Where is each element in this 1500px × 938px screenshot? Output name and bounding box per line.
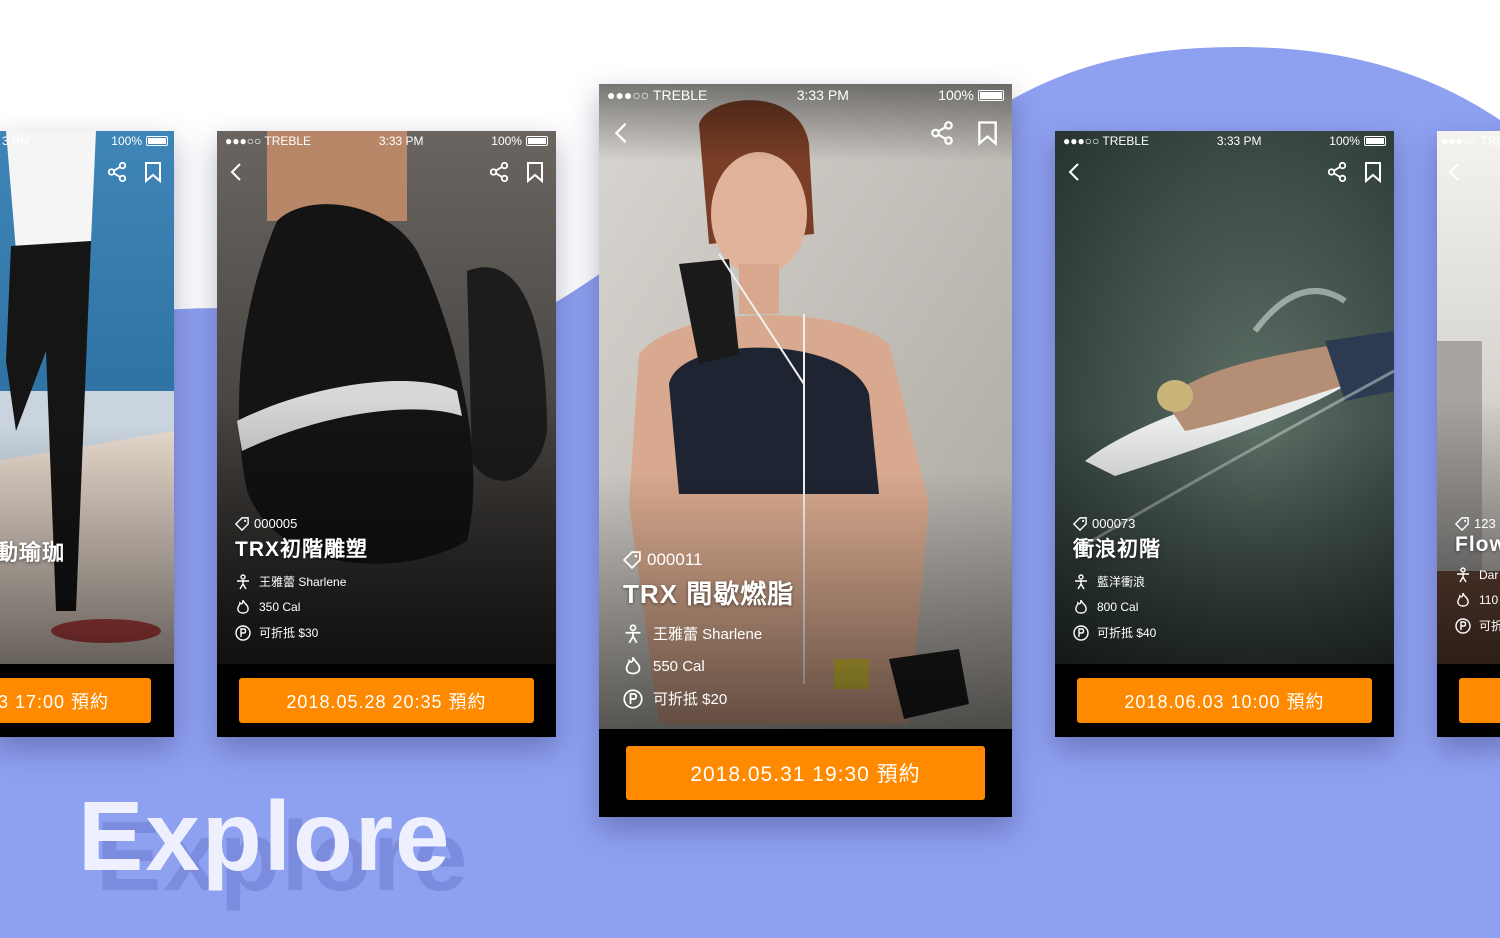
book-button[interactable]: 2018.06.03 10:00 預約 <box>1077 678 1372 723</box>
battery-icon <box>978 89 1004 101</box>
class-code: 000011 <box>647 550 703 569</box>
card-nav <box>1437 161 1500 183</box>
class-title: 衝浪初階 <box>1073 538 1161 561</box>
book-button[interactable]: 2018.05.28 20:35 預約 <box>239 678 534 723</box>
points-icon <box>623 688 643 709</box>
back-chevron-left-icon[interactable] <box>1447 161 1461 183</box>
flame-icon <box>1457 592 1469 607</box>
battery-icon <box>146 136 168 146</box>
person-icon <box>1457 567 1469 583</box>
card-info: 動瑜珈 <box>0 535 65 567</box>
card-nav <box>599 120 1012 146</box>
class-card-trx-beginner[interactable]: ●●●○○ TREBLE 3:33 PM 100% 000005 TRX初階雕塑… <box>217 131 556 737</box>
status-time: 3:33 PM <box>378 134 424 148</box>
card-nav <box>0 161 174 183</box>
status-bar: ●●●○○ TREBLE 3:33 PM 100% <box>217 131 556 151</box>
points-icon <box>1455 617 1471 634</box>
status-battery-text: 100% <box>938 87 974 103</box>
flame-icon <box>1075 599 1087 614</box>
card-info: 000005 TRX初階雕塑 王雅蕾 Sharlene 350 Cal 可折抵 … <box>235 516 368 641</box>
points-icon <box>235 624 251 641</box>
trainer-name: 王雅蕾 Sharlene <box>259 575 347 589</box>
status-carrier: ●●●○○ TREBLE <box>225 134 312 148</box>
status-time: 3 PM <box>2 134 31 148</box>
card-info: 000011 TRX 間歇燃脂 王雅蕾 Sharlene 550 Cal 可折抵… <box>623 550 794 709</box>
trainer-name: 王雅蕾 Sharlene <box>653 626 763 643</box>
bookmark-icon[interactable] <box>526 161 544 183</box>
discount: 可折 <box>1479 619 1500 633</box>
class-title: TRX初階雕塑 <box>235 538 368 561</box>
status-carrier: ●●●○○ TREBLE <box>1063 134 1150 148</box>
explore-headline: Explore <box>78 781 452 891</box>
class-card-yoga[interactable]: 3 PM 100% 動瑜珈 3 17:00 預約 <box>0 131 174 737</box>
discount: 可折抵 $30 <box>259 626 319 640</box>
discount: 可折抵 $40 <box>1097 626 1157 640</box>
class-card-surf-beginner[interactable]: ●●●○○ TREBLE 3:33 PM 100% 000073 衝浪初階 藍洋… <box>1055 131 1394 737</box>
calories: 350 Cal <box>259 600 301 614</box>
bookmark-icon[interactable] <box>1364 161 1382 183</box>
tag-icon <box>235 516 249 531</box>
back-chevron-left-icon[interactable] <box>613 120 629 146</box>
book-button[interactable] <box>1459 678 1500 723</box>
calories: 110 <box>1479 593 1499 607</box>
card-photo <box>0 131 174 664</box>
card-info: 000073 衝浪初階 藍洋衝浪 800 Cal 可折抵 $40 <box>1073 516 1161 641</box>
status-carrier: ●●●○○ TRE <box>1441 134 1500 148</box>
class-code: 000073 <box>1092 516 1136 531</box>
bookmark-icon[interactable] <box>144 161 162 183</box>
class-card-flow[interactable]: ●●●○○ TRE 123 Flow Dar 110 可折 <box>1437 131 1500 737</box>
tag-icon <box>1455 516 1469 531</box>
status-bar: ●●●○○ TRE <box>1437 131 1500 151</box>
back-chevron-left-icon[interactable] <box>229 161 243 183</box>
status-battery-text: 100% <box>1329 134 1360 148</box>
trainer-name: Dar <box>1479 568 1499 582</box>
calories: 550 Cal <box>653 657 705 675</box>
person-icon <box>1075 573 1087 589</box>
flame-icon <box>625 656 641 675</box>
status-battery-text: 100% <box>491 134 522 148</box>
share-icon[interactable] <box>488 161 510 183</box>
battery-icon <box>1363 136 1386 146</box>
book-button[interactable]: 3 17:00 預約 <box>0 678 151 723</box>
book-button[interactable]: 2018.05.31 19:30 預約 <box>626 746 985 800</box>
class-card-trx-interval[interactable]: ●●●○○ TREBLE 3:33 PM 100% 000011 TRX 間歇燃… <box>599 84 1012 817</box>
status-bar: ●●●○○ TREBLE 3:33 PM 100% <box>599 84 1012 106</box>
person-icon <box>625 623 641 643</box>
class-title: TRX 間歇燃脂 <box>623 579 795 609</box>
class-title: Flow <box>1455 533 1500 556</box>
bookmark-icon[interactable] <box>977 120 998 146</box>
trainer-name: 藍洋衝浪 <box>1097 575 1146 589</box>
discount: 可折抵 $20 <box>653 691 728 708</box>
status-time: 3:33 PM <box>796 87 849 103</box>
tag-icon <box>623 551 641 569</box>
share-icon[interactable] <box>1326 161 1348 183</box>
calories: 800 Cal <box>1097 600 1139 614</box>
card-info: 123 Flow Dar 110 可折 <box>1455 516 1500 634</box>
flame-icon <box>237 599 249 614</box>
back-chevron-left-icon[interactable] <box>1067 161 1081 183</box>
status-battery-text: 100% <box>111 134 142 148</box>
card-nav <box>217 161 556 183</box>
class-code: 000005 <box>254 516 298 531</box>
share-icon[interactable] <box>929 120 955 146</box>
battery-icon <box>525 136 548 146</box>
class-code: 123 <box>1474 516 1496 531</box>
points-icon <box>1073 624 1089 641</box>
status-time: 3:33 PM <box>1216 134 1262 148</box>
status-carrier: ●●●○○ TREBLE <box>607 87 708 103</box>
tag-icon <box>1073 516 1087 531</box>
status-bar: ●●●○○ TREBLE 3:33 PM 100% <box>1055 131 1394 151</box>
class-title: 動瑜珈 <box>0 540 66 565</box>
share-icon[interactable] <box>106 161 128 183</box>
person-icon <box>237 573 249 589</box>
card-nav <box>1055 161 1394 183</box>
status-bar: 3 PM 100% <box>0 131 174 151</box>
